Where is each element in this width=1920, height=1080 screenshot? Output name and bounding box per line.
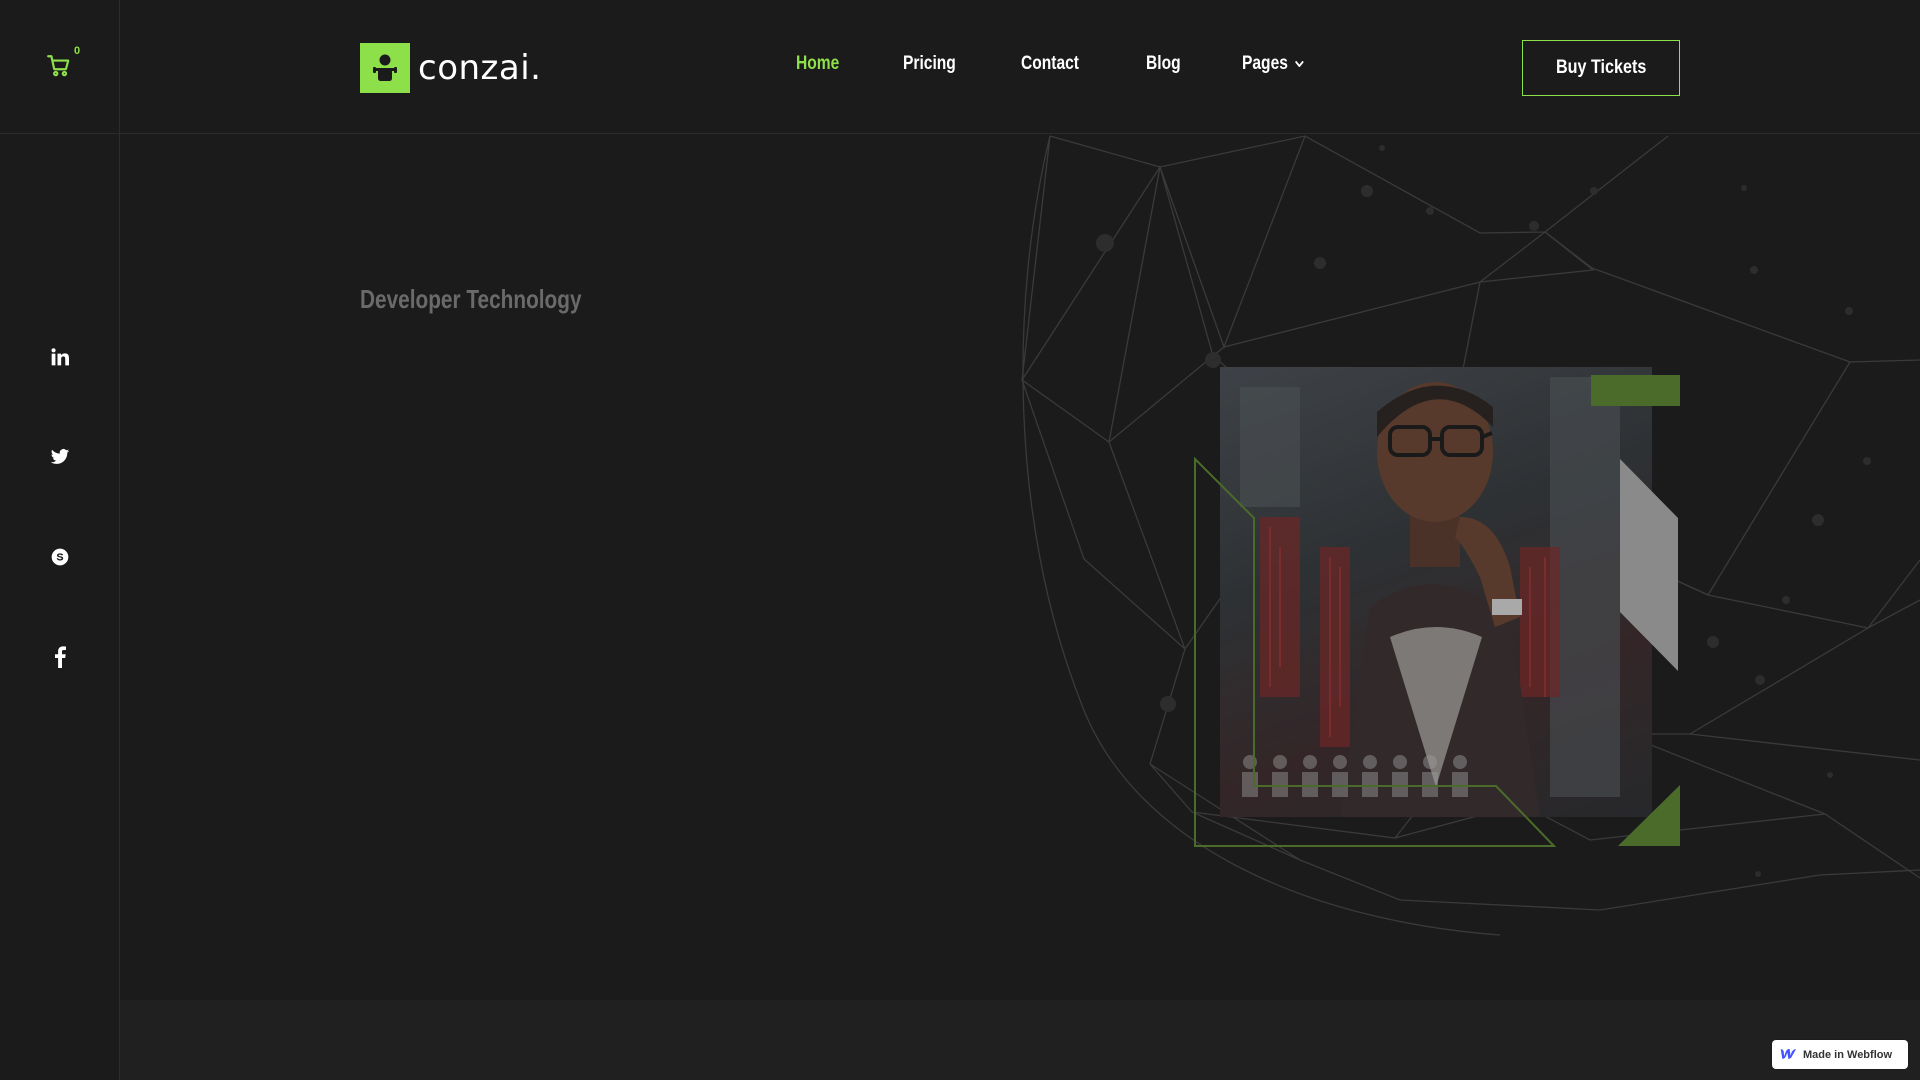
twitter-link[interactable] <box>48 445 72 469</box>
nav-pages-label: Pages <box>1242 53 1289 74</box>
facebook-link[interactable] <box>48 645 72 669</box>
site-header: conzai. Home Pricing Contact Blog Pages … <box>120 0 1920 134</box>
nav-home-label: Home <box>796 53 840 74</box>
cart-button[interactable]: 0 <box>46 45 80 81</box>
left-rail: 0 <box>0 0 120 1080</box>
robot-icon <box>373 54 397 81</box>
facebook-icon <box>55 646 66 668</box>
nav-contact[interactable]: Contact <box>1021 53 1079 75</box>
nav-contact-label: Contact <box>1021 53 1080 74</box>
frame-outline-shape <box>1194 456 1557 847</box>
nav-pricing-label: Pricing <box>902 53 956 74</box>
badge-label: Made in Webflow <box>1803 1048 1893 1061</box>
nav-home[interactable]: Home <box>796 53 839 75</box>
skype-link[interactable] <box>48 545 72 569</box>
nav-blog[interactable]: Blog <box>1146 53 1181 75</box>
gray-parallelogram-shape <box>1620 459 1678 671</box>
cart-icon <box>47 54 70 76</box>
linkedin-link[interactable] <box>48 345 72 369</box>
green-bar-shape <box>1591 375 1680 406</box>
nav-pages-dropdown[interactable]: Pages <box>1242 53 1306 75</box>
site-logo[interactable]: conzai. <box>360 43 541 93</box>
green-triangle-shape <box>1618 785 1680 846</box>
nav-pricing[interactable]: Pricing <box>903 53 956 75</box>
webflow-logo-icon <box>1780 1049 1796 1059</box>
buy-tickets-button[interactable]: Buy Tickets <box>1522 40 1680 96</box>
made-in-webflow-badge[interactable]: Made in Webflow <box>1772 1040 1908 1069</box>
logo-mark <box>360 43 410 93</box>
chevron-down-icon <box>1295 61 1304 67</box>
social-links <box>0 345 120 669</box>
cart-area: 0 <box>0 0 120 134</box>
twitter-icon <box>50 449 70 464</box>
logo-text: conzai. <box>418 48 542 88</box>
main-nav: Home Pricing Contact Blog Pages <box>796 53 1320 75</box>
nav-blog-label: Blog <box>1145 53 1181 74</box>
hero-frame-decorations <box>1194 375 1680 847</box>
skype-icon <box>51 548 69 566</box>
buy-tickets-label: Buy Tickets <box>1555 57 1647 78</box>
cart-count-badge: 0 <box>74 44 81 57</box>
linkedin-icon <box>51 348 69 366</box>
